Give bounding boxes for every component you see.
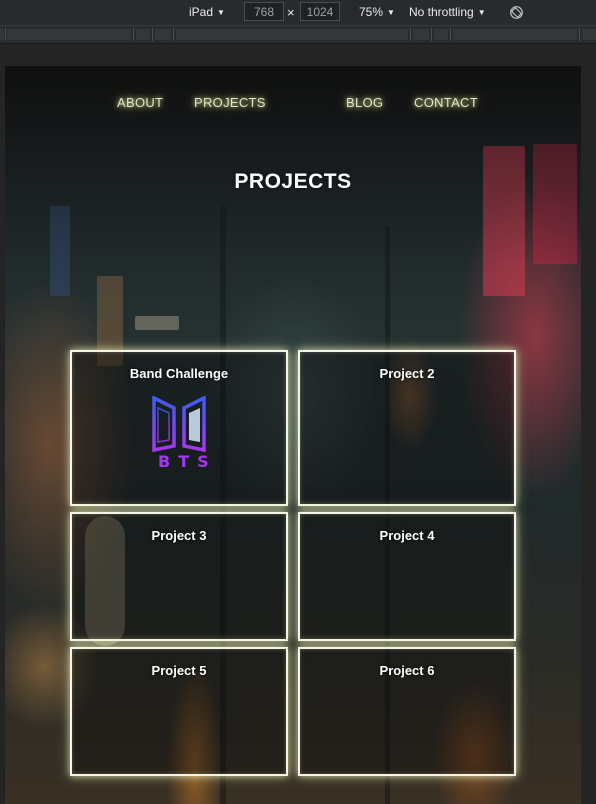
main-nav: ABOUT PROJECTS BLOG CONTACT	[5, 66, 581, 142]
project-card-5[interactable]: Project 5	[70, 647, 288, 776]
bts-logo-icon	[152, 395, 206, 453]
bts-logo: BTS	[150, 395, 217, 480]
zoom-select-label: 75%	[359, 5, 384, 19]
device-select-label: iPad	[189, 5, 214, 19]
project-card-6[interactable]: Project 6	[298, 647, 516, 776]
project-card-4[interactable]: Project 4	[298, 512, 516, 641]
page-title: PROJECTS	[234, 170, 352, 193]
project-card-title: Project 3	[151, 528, 207, 543]
media-query-ruler[interactable]	[0, 25, 596, 44]
chevron-down-icon: ▼	[387, 8, 395, 17]
project-card-title: Project 4	[379, 528, 435, 543]
project-card-2[interactable]: Project 2	[298, 350, 516, 506]
device-select[interactable]: iPad ▼	[189, 0, 225, 25]
viewport-height-input[interactable]	[300, 2, 340, 21]
project-card-title: Project 2	[379, 366, 435, 381]
project-card-title: Project 6	[379, 663, 435, 678]
chevron-down-icon: ▼	[477, 8, 486, 17]
page-viewport: ABOUT PROJECTS BLOG CONTACT PROJECTS Ban…	[5, 66, 581, 804]
zoom-select[interactable]: 75% ▼	[359, 0, 395, 25]
rotate-icon[interactable]	[509, 5, 524, 20]
devtools-device-toolbar: iPad▼ × 75%▼ No throttling▼	[0, 0, 596, 25]
project-card-title: Band Challenge	[129, 366, 229, 381]
throttling-select-label: No throttling	[409, 5, 474, 19]
throttling-select[interactable]: No throttling ▼	[409, 0, 486, 25]
bts-logo-text: BTS	[158, 452, 217, 471]
nav-link-blog[interactable]: BLOG	[346, 95, 383, 110]
project-card-3[interactable]: Project 3	[70, 512, 288, 641]
nav-link-projects[interactable]: PROJECTS	[194, 95, 266, 110]
chevron-down-icon: ▼	[217, 8, 225, 17]
project-card-band-challenge[interactable]: Band Challenge BTS	[70, 350, 288, 506]
project-card-title: Project 5	[151, 663, 207, 678]
nav-link-about[interactable]: ABOUT	[117, 95, 163, 110]
dimension-separator: ×	[287, 5, 295, 20]
nav-link-contact[interactable]: CONTACT	[414, 95, 478, 110]
viewport-width-input[interactable]	[244, 2, 284, 21]
